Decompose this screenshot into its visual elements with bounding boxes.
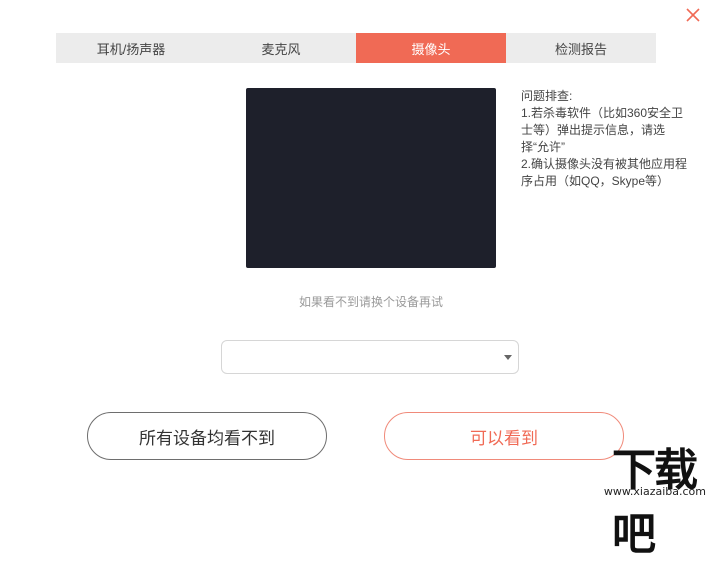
tab-camera[interactable]: 摄像头 xyxy=(356,33,506,63)
watermark-text: 下载吧 xyxy=(612,445,698,560)
help-title: 问题排查: xyxy=(521,89,573,103)
caret-down-icon xyxy=(504,355,512,360)
close-icon xyxy=(686,8,700,22)
watermark-url: www.xiazaiba.com xyxy=(603,485,706,498)
watermark-logo: 下载吧 www.xiazaiba.com xyxy=(570,438,710,560)
cannot-see-button[interactable]: 所有设备均看不到 xyxy=(87,412,327,460)
troubleshooting-help: 问题排查: 1.若杀毒软件（比如360安全卫士等）弹出提示信息，请选择“允许” … xyxy=(521,88,691,190)
device-select[interactable] xyxy=(221,340,519,374)
tab-headset-speaker[interactable]: 耳机/扬声器 xyxy=(56,33,206,63)
close-button[interactable] xyxy=(684,6,702,24)
tab-bar: 耳机/扬声器 麦克风 摄像头 检测报告 xyxy=(56,33,656,63)
help-line-2: 2.确认摄像头没有被其他应用程序占用（如QQ，Skype等） xyxy=(521,157,688,188)
help-line-1: 1.若杀毒软件（比如360安全卫士等）弹出提示信息，请选择“允许” xyxy=(521,106,684,154)
camera-preview xyxy=(246,88,496,268)
tab-microphone[interactable]: 麦克风 xyxy=(206,33,356,63)
hint-text: 如果看不到请换个设备再试 xyxy=(298,295,443,309)
tab-report[interactable]: 检测报告 xyxy=(506,33,656,63)
